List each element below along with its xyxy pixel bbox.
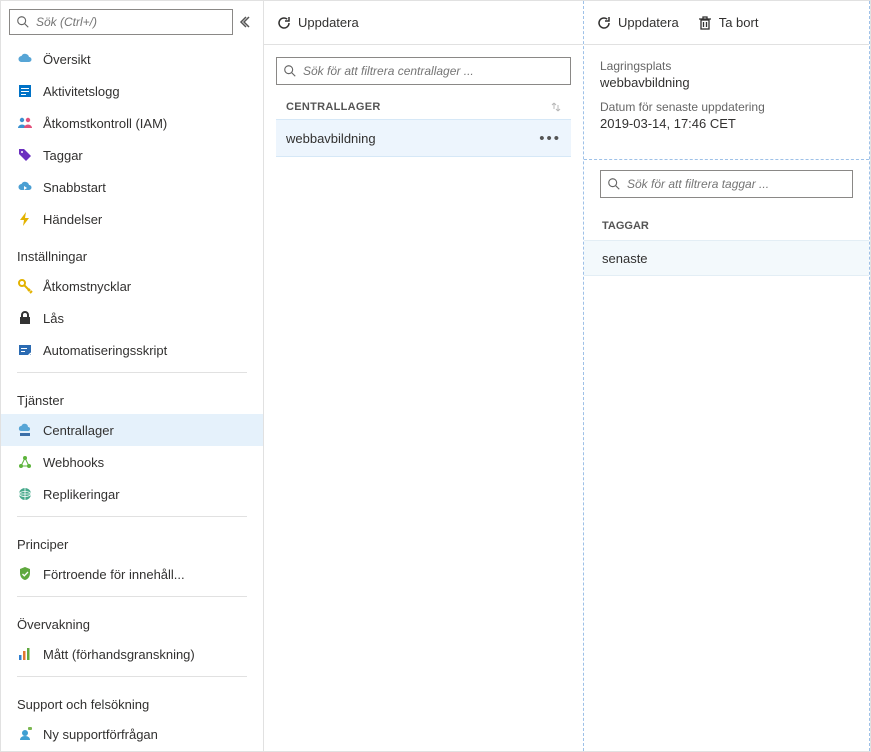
tag-icon (17, 147, 33, 163)
log-icon (17, 83, 33, 99)
nav-item-tags[interactable]: Taggar (1, 139, 263, 171)
nav-section-policies: Principer (1, 523, 263, 558)
nav-item-label: Mått (förhandsgranskning) (43, 647, 195, 662)
sidebar: Översikt Aktivitetslogg Åtkomstkontroll … (1, 1, 264, 751)
sidebar-search-input[interactable] (36, 15, 226, 29)
nav-item-label: Replikeringar (43, 487, 120, 502)
location-value: webbavbildning (600, 75, 853, 90)
lock-icon (17, 310, 33, 326)
bolt-icon (17, 211, 33, 227)
refresh-icon (276, 15, 292, 31)
refresh-button[interactable]: Uppdatera (276, 15, 359, 31)
nav-item-new-support-request[interactable]: Ny supportförfrågan (1, 718, 263, 750)
divider (17, 596, 247, 597)
repositories-filter-input[interactable] (303, 64, 564, 78)
nav-item-quickstart[interactable]: Snabbstart (1, 171, 263, 203)
row-more-button[interactable]: ••• (539, 130, 561, 147)
nav-item-label: Lås (43, 311, 64, 326)
collapse-sidebar-icon[interactable] (239, 14, 255, 30)
repositories-filter-box[interactable] (276, 57, 571, 85)
toolbar-btn-label: Uppdatera (618, 15, 679, 30)
nav-list: Översikt Aktivitetslogg Åtkomstkontroll … (1, 43, 263, 750)
repository-name: webbavbildning (286, 131, 376, 146)
nav-item-repositories[interactable]: Centrallager (1, 414, 263, 446)
detail-toolbar: Uppdatera Ta bort (584, 1, 869, 45)
divider (17, 516, 247, 517)
divider (17, 372, 247, 373)
globe-icon (17, 486, 33, 502)
search-icon (283, 64, 297, 78)
toolbar-btn-label: Ta bort (719, 15, 759, 30)
nav-item-label: Händelser (43, 212, 102, 227)
nav-item-label: Förtroende för innehåll... (43, 567, 185, 582)
sidebar-search-box[interactable] (9, 9, 233, 35)
nav-section-monitoring: Övervakning (1, 603, 263, 638)
nav-item-events[interactable]: Händelser (1, 203, 263, 235)
location-label: Lagringsplats (600, 59, 853, 73)
toolbar-btn-label: Uppdatera (298, 15, 359, 30)
nav-item-metrics[interactable]: Mått (förhandsgranskning) (1, 638, 263, 670)
column-header-label: CENTRALLAGER (286, 101, 381, 113)
nav-item-label: Snabbstart (43, 180, 106, 195)
script-icon (17, 342, 33, 358)
nav-section-support: Support och felsökning (1, 683, 263, 718)
tag-row[interactable]: senaste (584, 240, 869, 276)
webhook-icon (17, 454, 33, 470)
key-icon (17, 278, 33, 294)
repositories-panel: Uppdatera CENTRALLAGER webbavbildning ••… (264, 1, 584, 751)
nav-item-replications[interactable]: Replikeringar (1, 478, 263, 510)
cloud-icon (17, 51, 33, 67)
people-icon (17, 115, 33, 131)
tags-column-header: TAGGAR (584, 216, 869, 240)
nav-section-services: Tjänster (1, 379, 263, 414)
delete-button[interactable]: Ta bort (697, 15, 759, 31)
nav-section-settings: Inställningar (1, 235, 263, 270)
trash-icon (697, 15, 713, 31)
nav-item-locks[interactable]: Lås (1, 302, 263, 334)
repository-row[interactable]: webbavbildning ••• (276, 119, 571, 157)
nav-item-webhooks[interactable]: Webhooks (1, 446, 263, 478)
tag-name: senaste (602, 251, 648, 266)
nav-item-label: Centrallager (43, 423, 114, 438)
nav-item-label: Ny supportförfrågan (43, 727, 158, 742)
nav-item-label: Översikt (43, 52, 91, 67)
cloud-tray-icon (17, 422, 33, 438)
quickstart-icon (17, 179, 33, 195)
refresh-button[interactable]: Uppdatera (596, 15, 679, 31)
divider (17, 676, 247, 677)
support-icon (17, 726, 33, 742)
repository-detail-panel: Uppdatera Ta bort Lagringsplats webbavbi… (584, 1, 870, 751)
nav-item-access-keys[interactable]: Åtkomstnycklar (1, 270, 263, 302)
nav-item-label: Taggar (43, 148, 83, 163)
nav-item-label: Åtkomstnycklar (43, 279, 131, 294)
repositories-column-header[interactable]: CENTRALLAGER (276, 95, 571, 119)
search-icon (16, 15, 30, 29)
nav-item-label: Automatiseringsskript (43, 343, 167, 358)
nav-item-label: Åtkomstkontroll (IAM) (43, 116, 167, 131)
tags-filter-box[interactable] (600, 170, 853, 198)
sort-icon (551, 102, 561, 112)
shield-icon (17, 566, 33, 582)
tags-filter-input[interactable] (627, 177, 846, 191)
refresh-icon (596, 15, 612, 31)
nav-item-activity-log[interactable]: Aktivitetslogg (1, 75, 263, 107)
nav-item-overview[interactable]: Översikt (1, 43, 263, 75)
nav-item-automation-script[interactable]: Automatiseringsskript (1, 334, 263, 366)
nav-item-label: Webhooks (43, 455, 104, 470)
updated-value: 2019-03-14, 17:46 CET (600, 116, 853, 131)
updated-label: Datum för senaste uppdatering (600, 100, 853, 114)
nav-item-label: Aktivitetslogg (43, 84, 120, 99)
nav-item-content-trust[interactable]: Förtroende för innehåll... (1, 558, 263, 590)
repositories-toolbar: Uppdatera (264, 1, 583, 45)
nav-item-iam[interactable]: Åtkomstkontroll (IAM) (1, 107, 263, 139)
search-icon (607, 177, 621, 191)
metrics-icon (17, 646, 33, 662)
